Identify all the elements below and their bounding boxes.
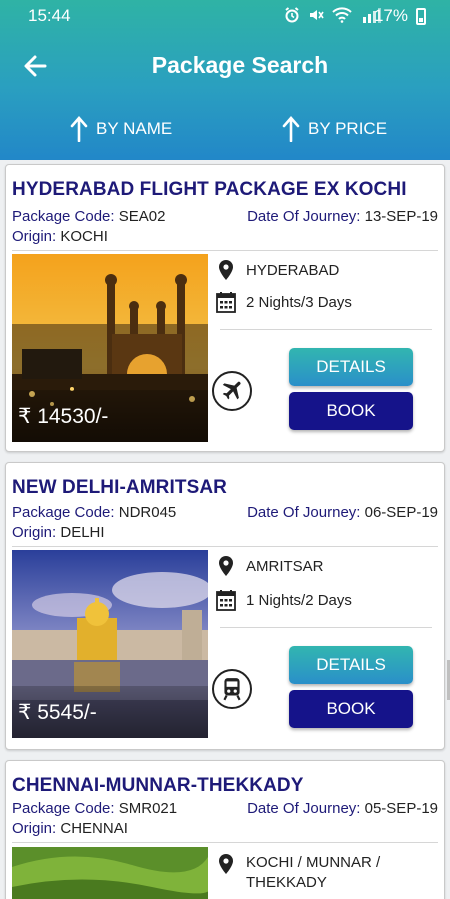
destination-value: HYDERABAD	[246, 261, 340, 279]
status-time: 15:44	[28, 6, 71, 25]
package-title: NEW DELHI-AMRITSAR	[12, 477, 228, 498]
duration-value: 1 Nights/2 Days	[246, 591, 352, 609]
book-button[interactable]: BOOK	[289, 690, 413, 728]
destination: KOCHI / MUNNAR / THEKKADY	[216, 853, 406, 893]
origin: Origin: KOCHI	[12, 228, 108, 245]
calendar-icon	[216, 590, 236, 611]
arrow-up-icon	[70, 116, 88, 142]
destination: AMRITSAR	[216, 555, 324, 577]
package-code-value: SMR021	[118, 800, 178, 817]
origin-value: CHENNAI	[60, 820, 128, 837]
package-code-label: Package Code:	[12, 800, 115, 817]
status-bar: 15:44 17%	[0, 0, 450, 32]
package-price: ₹ 14530/-	[12, 390, 208, 442]
train-icon	[212, 669, 252, 709]
journey-date-value: 13-SEP-19	[364, 208, 438, 225]
package-code-label: Package Code:	[12, 208, 115, 225]
package-code: Package Code: SEA02	[12, 208, 165, 225]
journey-date: Date Of Journey: 06-SEP-19	[247, 504, 438, 521]
tea-plantation-photo	[12, 847, 208, 899]
divider	[12, 546, 438, 547]
divider	[220, 627, 432, 628]
battery-icon	[416, 8, 426, 25]
details-button[interactable]: DETAILS	[289, 348, 413, 386]
journey-date-value: 06-SEP-19	[364, 504, 438, 521]
package-price: ₹ 5545/-	[12, 686, 208, 738]
destination-value: AMRITSAR	[246, 557, 324, 575]
divider	[220, 329, 432, 330]
package-card[interactable]: HYDERABAD FLIGHT PACKAGE EX KOCHI Packag…	[5, 164, 445, 452]
journey-date-label: Date Of Journey:	[247, 800, 361, 817]
package-card[interactable]: CHENNAI-MUNNAR-THEKKADY Package Code: SM…	[5, 760, 445, 899]
journey-date-value: 05-SEP-19	[364, 800, 438, 817]
journey-date: Date Of Journey: 13-SEP-19	[247, 208, 438, 225]
destination: HYDERABAD	[216, 259, 339, 281]
header-background: 15:44 17% Package Search BY NAME BY PRIC…	[0, 0, 450, 160]
divider	[12, 250, 438, 251]
sort-bar: BY NAME BY PRICE	[0, 100, 450, 160]
package-code-value: SEA02	[118, 208, 166, 225]
calendar-icon	[216, 292, 236, 313]
origin-label: Origin:	[12, 228, 57, 245]
package-code-value: NDR045	[118, 504, 177, 521]
status-icons	[284, 7, 384, 28]
journey-date-label: Date Of Journey:	[247, 208, 361, 225]
origin-value: DELHI	[60, 524, 105, 541]
sort-by-price-label: BY PRICE	[308, 119, 388, 138]
package-image[interactable]: ₹ 14530/-	[12, 254, 208, 442]
package-title: HYDERABAD FLIGHT PACKAGE EX KOCHI	[12, 179, 407, 200]
package-list[interactable]: HYDERABAD FLIGHT PACKAGE EX KOCHI Packag…	[0, 160, 450, 899]
duration: 2 Nights/3 Days	[216, 291, 352, 313]
origin: Origin: CHENNAI	[12, 820, 128, 837]
origin-value: KOCHI	[60, 228, 108, 245]
origin-label: Origin:	[12, 524, 57, 541]
duration-value: 2 Nights/3 Days	[246, 293, 352, 311]
arrow-up-icon	[282, 116, 300, 142]
package-code: Package Code: SMR021	[12, 800, 177, 817]
package-card[interactable]: NEW DELHI-AMRITSAR Package Code: NDR045 …	[5, 462, 445, 750]
journey-date-label: Date Of Journey:	[247, 504, 361, 521]
location-pin-icon	[219, 854, 233, 874]
duration: 1 Nights/2 Days	[216, 589, 352, 611]
battery-percent: 17%	[373, 6, 408, 25]
location-pin-icon	[219, 556, 233, 576]
sort-by-name-button[interactable]: BY NAME	[70, 116, 172, 142]
package-code-label: Package Code:	[12, 504, 115, 521]
origin: Origin: DELHI	[12, 524, 105, 541]
details-button[interactable]: DETAILS	[289, 646, 413, 684]
package-image[interactable]	[12, 847, 208, 899]
app-bar: Package Search	[0, 32, 450, 100]
package-image[interactable]: ₹ 5545/-	[12, 550, 208, 738]
sort-by-price-button[interactable]: BY PRICE	[282, 116, 387, 142]
divider	[12, 842, 438, 843]
destination-value: KOCHI / MUNNAR / THEKKADY	[246, 854, 381, 891]
package-code: Package Code: NDR045	[12, 504, 176, 521]
alarm-icon	[284, 7, 300, 28]
wifi-icon	[332, 7, 352, 28]
origin-label: Origin:	[12, 820, 57, 837]
journey-date: Date Of Journey: 05-SEP-19	[247, 800, 438, 817]
package-title: CHENNAI-MUNNAR-THEKKADY	[12, 775, 304, 796]
location-pin-icon	[219, 260, 233, 280]
page-title: Package Search	[151, 52, 329, 78]
book-button[interactable]: BOOK	[289, 392, 413, 430]
sort-by-name-label: BY NAME	[96, 119, 173, 138]
airplane-icon	[212, 371, 252, 411]
mute-icon	[308, 7, 324, 28]
